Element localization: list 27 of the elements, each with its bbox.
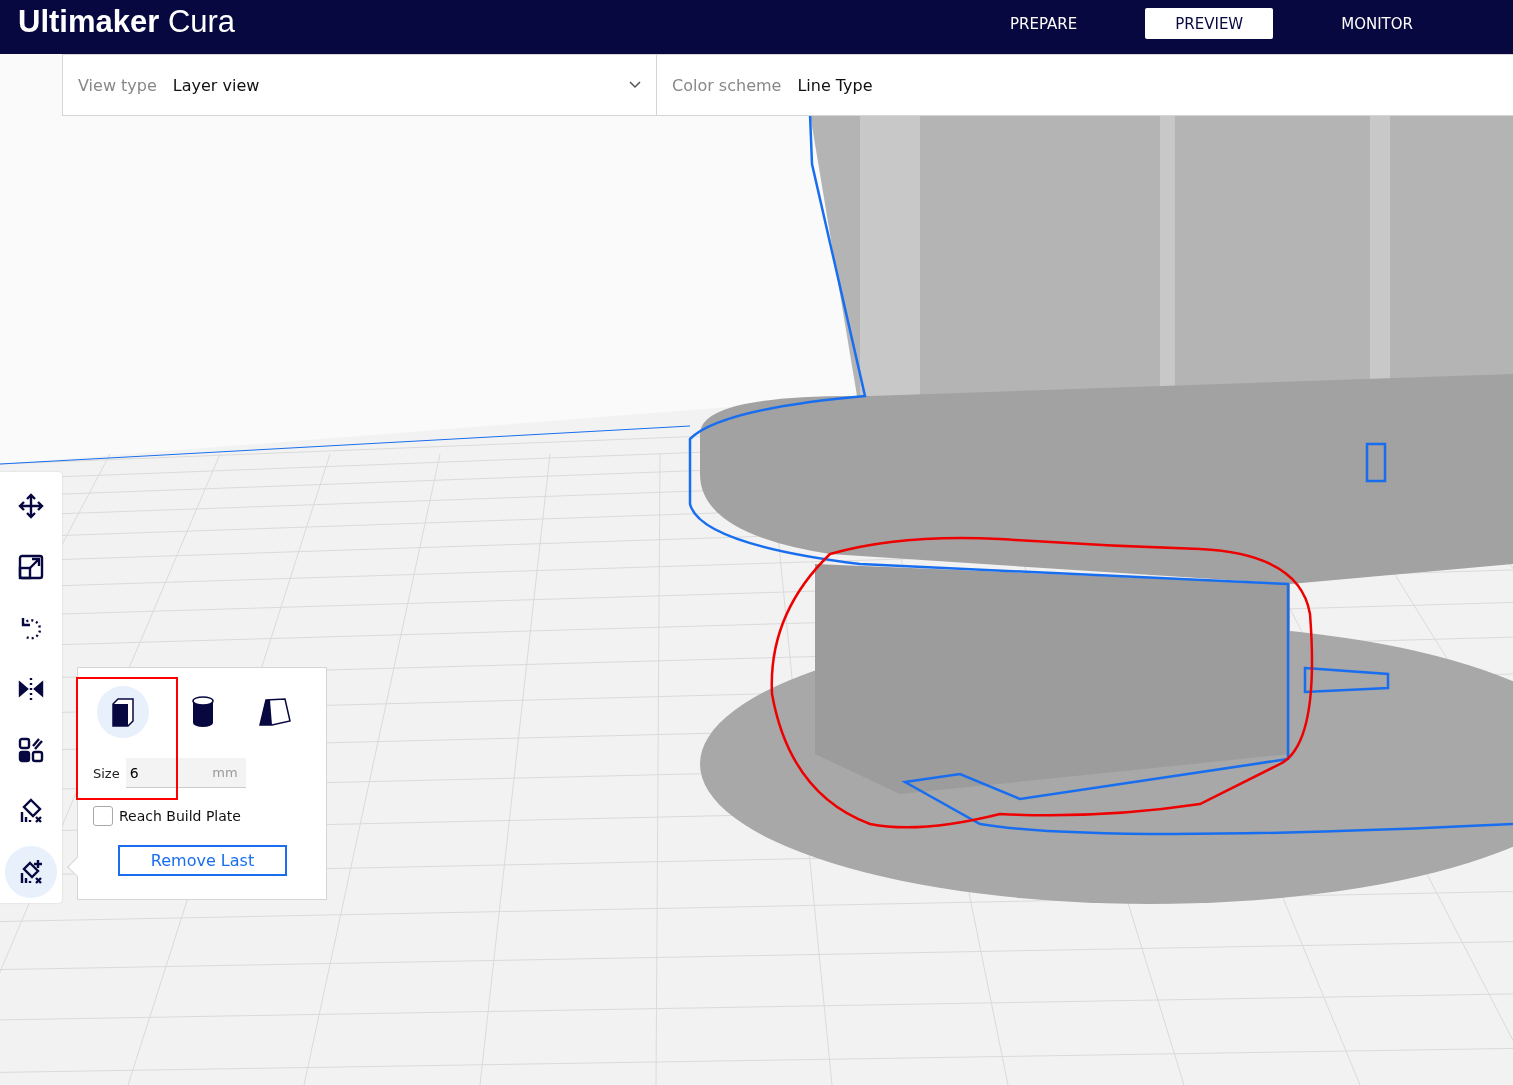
scale-icon (18, 553, 44, 580)
remove-last-button[interactable]: Remove Last (118, 845, 287, 876)
checkbox[interactable] (93, 806, 113, 826)
custom-support-icon (18, 858, 44, 885)
chevron-down-icon (629, 81, 641, 89)
unit-label: mm (212, 765, 238, 780)
view-type-dropdown[interactable]: View type Layer view (63, 55, 657, 115)
stage-tab[interactable]: PREPARE (980, 8, 1108, 39)
cylinder-icon (192, 696, 214, 728)
stage-tab[interactable]: MONITOR (1311, 8, 1443, 39)
grid-settings-icon (18, 736, 44, 763)
view-type-value: Layer view (172, 75, 261, 95)
tool-button[interactable] (5, 845, 57, 898)
cube-icon (111, 697, 135, 727)
color-scheme-label: Color scheme (672, 75, 782, 95)
size-label: Size (93, 765, 120, 781)
size-input-field[interactable]: 6 mm (125, 758, 246, 788)
checkbox-label: Reach Build Plate (119, 808, 241, 824)
stage-tab[interactable]: PREVIEW (1145, 8, 1274, 39)
mirror-icon (18, 675, 44, 702)
move-arrows-icon (18, 492, 44, 519)
shape-button[interactable] (97, 686, 149, 738)
tapered-block-icon (259, 697, 291, 727)
support-blocker-icon (18, 797, 44, 824)
color-scheme-value: Line Type (797, 75, 874, 95)
app-logo: Ultimaker Cura (17, 3, 237, 41)
view-type-label: View type (78, 75, 157, 95)
